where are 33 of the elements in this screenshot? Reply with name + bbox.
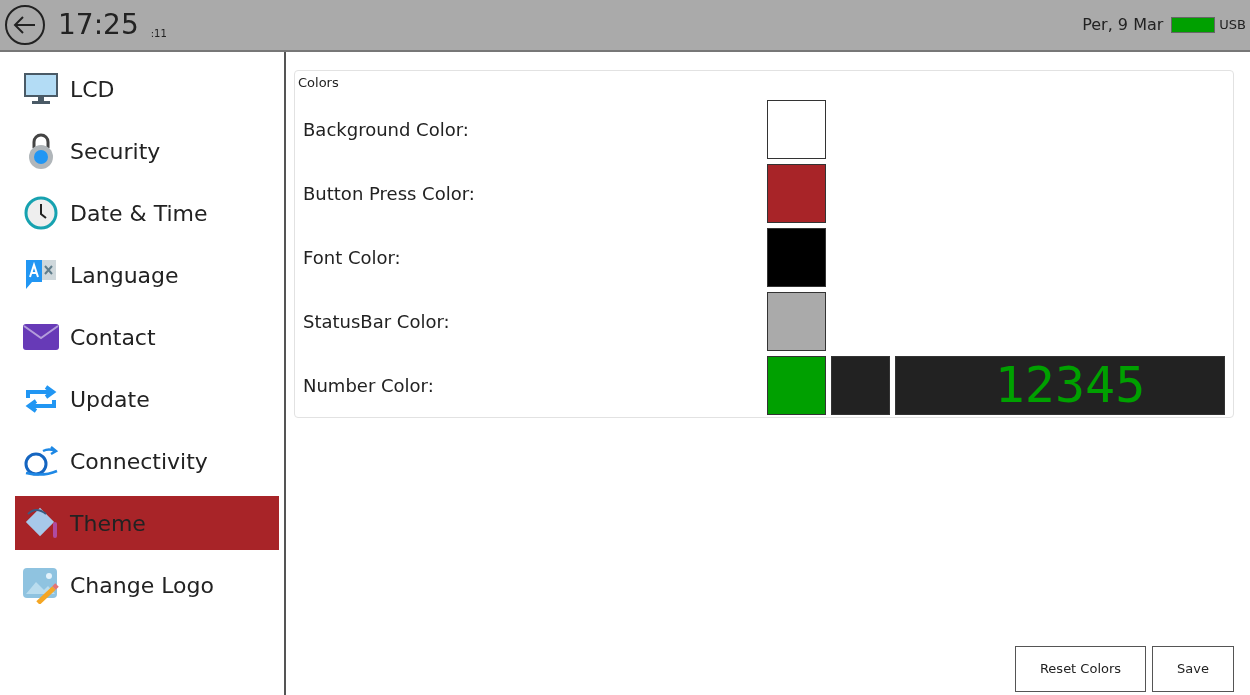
sidebar-item[interactable]: Security xyxy=(15,124,279,178)
clock-time: 17:25 xyxy=(58,7,139,43)
sidebar-item[interactable]: Change Logo xyxy=(15,558,279,612)
monitor-icon xyxy=(23,72,59,106)
usb-label: USB xyxy=(1219,16,1246,35)
color-label: Background Color: xyxy=(303,117,470,142)
color-label: StatusBar Color: xyxy=(303,309,451,334)
color-swatch[interactable] xyxy=(831,355,890,415)
action-button[interactable]: Save xyxy=(1152,646,1234,692)
sidebar-item[interactable]: Update xyxy=(15,372,279,426)
envelope-icon xyxy=(22,323,60,351)
clock-icon xyxy=(23,195,59,231)
color-label: Font Color: xyxy=(303,245,402,270)
color-swatch[interactable] xyxy=(767,99,826,159)
color-swatch[interactable] xyxy=(767,355,826,415)
sidebar-item[interactable]: Contact xyxy=(15,310,279,364)
number-sample: 12345 xyxy=(994,360,1146,410)
color-swatch[interactable] xyxy=(767,163,826,223)
date-text: Per, 9 Mar xyxy=(1082,14,1164,36)
orbit-icon xyxy=(23,443,59,479)
sidebar-item[interactable]: Language xyxy=(15,248,279,302)
sidebar-item[interactable]: Date & Time xyxy=(15,186,279,240)
battery-bar-icon xyxy=(1171,17,1216,33)
sidebar-item[interactable]: Connectivity xyxy=(15,434,279,488)
padlock-icon xyxy=(26,132,56,170)
color-label: Button Press Color: xyxy=(303,181,476,206)
image-edit-icon xyxy=(22,566,60,604)
clock-seconds: :11 xyxy=(150,26,167,41)
color-swatch[interactable] xyxy=(767,227,826,287)
color-swatch[interactable] xyxy=(767,291,826,351)
sidebar-item[interactable]: LCD xyxy=(15,62,279,116)
action-button[interactable]: Reset Colors xyxy=(1014,646,1147,692)
color-label: Number Color: xyxy=(303,373,435,398)
